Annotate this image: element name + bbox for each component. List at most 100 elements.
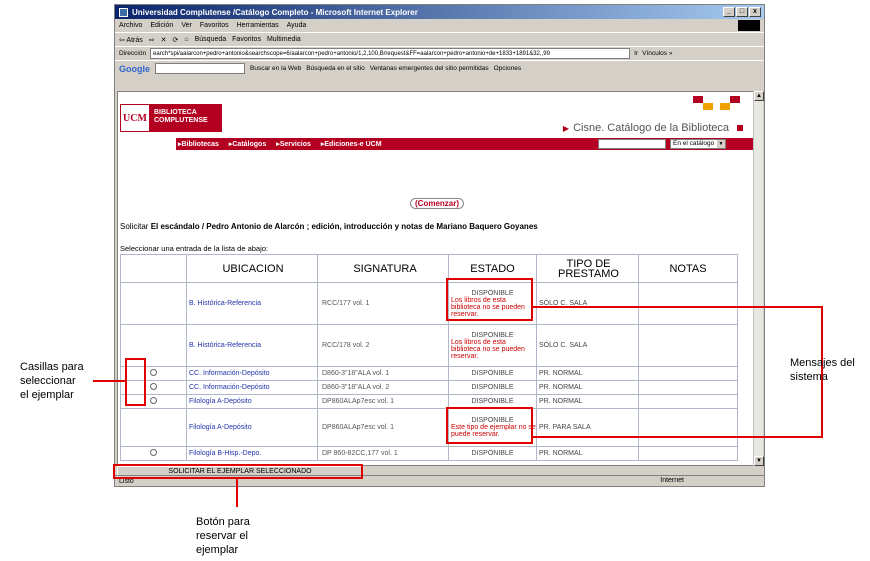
select-radio[interactable] (150, 449, 157, 456)
tipo-cell: SÓLO C. SALA (536, 282, 639, 325)
nav-catalogos[interactable]: ▸Catálogos (229, 140, 266, 148)
decor-square-icon (730, 96, 740, 103)
favorites-button[interactable]: Favoritos (232, 36, 261, 43)
ubicacion-link[interactable]: CC. Información-Depósito (186, 366, 318, 381)
tipo-cell: PR. NORMAL (536, 380, 639, 395)
table-row: B. Histórica-Referencia RCC/178 vol. 2 D… (120, 324, 738, 367)
forward-button[interactable]: ⇨ (149, 36, 155, 44)
browser-window: Universidad Complutense /Catálogo Comple… (114, 4, 765, 487)
nav-ediciones[interactable]: ▸Ediciones-e UCM (321, 140, 382, 148)
ubicacion-link[interactable]: Filología B-Hisp.-Depo. (186, 446, 318, 461)
catalog-title: ▶ Cisne. Catálogo de la Biblioteca (563, 122, 743, 134)
links-button[interactable]: Vínculos » (642, 50, 672, 57)
vertical-scrollbar[interactable]: ▲ ▼ (753, 91, 764, 466)
col-ubicacion: UBICACION (186, 254, 318, 283)
select-radio[interactable] (150, 397, 157, 404)
estado-cell: DISPONIBLE (448, 380, 537, 395)
google-options-button[interactable]: Opciones (494, 65, 521, 72)
home-button[interactable]: ⌂ (184, 36, 188, 43)
estado-text: DISPONIBLE (471, 331, 514, 339)
nav-servicios[interactable]: ▸Servicios (276, 140, 311, 148)
select-radio[interactable] (150, 383, 157, 390)
nav-bar: ▸Bibliotecas ▸Catálogos ▸Servicios ▸Edic… (176, 138, 757, 150)
search-button[interactable]: Búsqueda (195, 36, 227, 43)
table-row: CC. Información-Depósito D860-3"18"ALA v… (120, 366, 738, 381)
red-square-icon (737, 125, 743, 131)
ubicacion-link[interactable]: Filología A-Depósito (186, 408, 318, 447)
request-prefix: Solicitar (120, 222, 149, 231)
message-highlight-box (446, 407, 533, 444)
stop-button[interactable]: ✕ (161, 36, 167, 44)
notas-cell (638, 380, 738, 395)
col-select (120, 254, 187, 283)
scroll-up-icon[interactable]: ▲ (754, 91, 764, 101)
button-highlight-box (113, 464, 363, 479)
catalog-search-input[interactable] (598, 139, 666, 149)
google-search-input[interactable] (155, 63, 245, 74)
catalog-scope-select[interactable]: En el catálogo ▼ (670, 139, 726, 149)
decor-square-icon (693, 96, 703, 103)
estado-cell: DISPONIBLE (448, 446, 537, 461)
menu-archivo[interactable]: Archivo (119, 22, 142, 29)
google-site-search-button[interactable]: Búsqueda en el sitio (306, 65, 365, 72)
catalog-scope-value: En el catálogo (673, 140, 715, 147)
logo-line-1: BIBLIOTECA (154, 109, 197, 116)
multimedia-button[interactable]: Multimedia (267, 36, 301, 43)
ubicacion-link[interactable]: B. Histórica-Referencia (186, 282, 318, 325)
message-highlight-box (446, 278, 533, 321)
close-button[interactable]: x (749, 7, 761, 17)
signatura-cell: RCC/178 vol. 2 (317, 324, 449, 367)
connector-line (236, 479, 238, 507)
address-label: Dirección (119, 50, 147, 57)
back-button[interactable]: ⇦ Atrás (119, 36, 143, 44)
decor-square-icon (703, 103, 713, 110)
items-table: UBICACION SIGNATURA ESTADO TIPO DE PREST… (120, 254, 738, 461)
status-text: Listo (119, 478, 134, 485)
tipo-cell: PR. NORMAL (536, 446, 639, 461)
connector-line (533, 436, 822, 438)
signatura-cell: RCC/177 vol. 1 (317, 282, 449, 325)
toolbar: ⇦ Atrás ⇨ ✕ ⟳ ⌂ Búsqueda Favoritos Multi… (115, 32, 764, 46)
ubicacion-link[interactable]: Filología A-Depósito (186, 394, 318, 409)
ucm-logo-mark: UCM (120, 104, 150, 132)
col-tipo-prestamo: TIPO DE PRESTAMO (536, 254, 639, 283)
arrow-right-icon: ▶ (562, 124, 570, 133)
signatura-cell: DP 860-82CC,177 vol. 1 (317, 446, 449, 461)
table-row: Filología A-Depósito DP860ALAp7esc vol. … (120, 394, 738, 409)
menu-ver[interactable]: Ver (181, 22, 192, 29)
go-button[interactable]: Ir (634, 50, 638, 57)
notas-cell (638, 394, 738, 409)
table-row: Filología A-Depósito DP860ALAp7esc vol. … (120, 408, 738, 447)
nav-bibliotecas[interactable]: ▸Bibliotecas (178, 140, 219, 148)
table-row: Filología B-Hisp.-Depo. DP 860-82CC,177 … (120, 446, 738, 461)
security-zone: Internet (660, 477, 684, 484)
table-row: CC. Información-Depósito D860-3"18"ALA v… (120, 380, 738, 395)
ubicacion-link[interactable]: B. Histórica-Referencia (186, 324, 318, 367)
table-header-row: UBICACION SIGNATURA ESTADO TIPO DE PREST… (120, 254, 738, 283)
comenzar-button[interactable]: (Comenzar) (410, 198, 465, 209)
signatura-cell: DP860ALAp7esc vol. 1 (317, 394, 449, 409)
table-row: B. Histórica-Referencia RCC/177 vol. 1 D… (120, 282, 738, 325)
refresh-button[interactable]: ⟳ (173, 36, 179, 44)
menu-favoritos[interactable]: Favoritos (200, 22, 229, 29)
menu-ayuda[interactable]: Ayuda (287, 22, 307, 29)
google-web-search-button[interactable]: Buscar en la Web (250, 65, 301, 72)
menu-herramientas[interactable]: Herramientas (237, 22, 279, 29)
scroll-down-icon[interactable]: ▼ (754, 456, 764, 466)
ubicacion-link[interactable]: CC. Información-Depósito (186, 380, 318, 395)
chevron-down-icon: ▼ (717, 140, 725, 148)
title-bar: Universidad Complutense /Catálogo Comple… (115, 5, 764, 19)
col-signatura: SIGNATURA (317, 254, 449, 283)
annotation-casillas: Casillas para seleccionar el ejemplar (20, 361, 84, 401)
menu-edicion[interactable]: Edición (150, 22, 173, 29)
maximize-button[interactable]: □ (736, 7, 748, 17)
select-radio[interactable] (150, 369, 157, 376)
minimize-button[interactable]: _ (723, 7, 735, 17)
google-logo[interactable]: Google (119, 64, 150, 74)
popup-blocker-status[interactable]: Ventanas emergentes del sitio permitidas (370, 65, 489, 72)
notas-cell (638, 446, 738, 461)
request-heading: Solicitar El escándalo / Pedro Antonio d… (120, 222, 538, 231)
google-toolbar: Google Buscar en la Web Búsqueda en el s… (115, 60, 764, 76)
address-input[interactable]: earch*spi/aalarcon+pedro+antonio&searchs… (150, 48, 631, 59)
ucm-logo[interactable]: UCM BIBLIOTECA COMPLUTENSE (120, 104, 230, 132)
